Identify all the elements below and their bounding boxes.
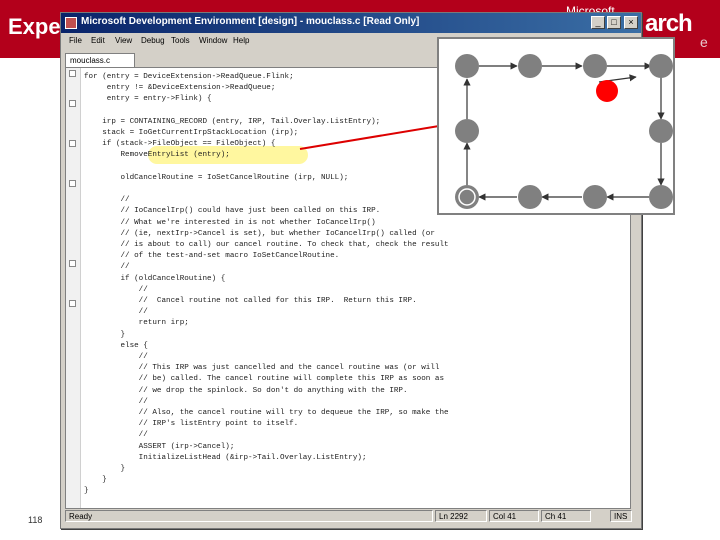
status-ready: Ready <box>65 510 433 522</box>
code-line: oldCancelRoutine = IoSetCancelRoutine (i… <box>84 173 349 182</box>
brand-wordmark-sub: e <box>700 34 708 50</box>
code-line: // (ie, nextIrp->Cancel is set), but whe… <box>84 229 435 238</box>
fold-toggle[interactable] <box>69 140 76 147</box>
code-line: } <box>84 465 126 473</box>
node <box>518 54 542 78</box>
code-line: // <box>84 431 148 440</box>
code-line: irp = CONTAINING_RECORD (entry, IRP, Tai… <box>84 117 381 126</box>
queue-graph <box>455 54 673 209</box>
code-line: // we drop the spinlock. So don't do any… <box>84 386 408 395</box>
code-line: RemoveEntryList (entry); <box>84 151 230 160</box>
menu-tools[interactable]: Tools <box>171 36 190 45</box>
tab-mouclass[interactable]: mouclass.c <box>65 53 135 67</box>
fold-toggle[interactable] <box>69 300 76 307</box>
status-col: Col 41 <box>489 510 539 522</box>
slide-number: 118 <box>28 515 43 525</box>
node <box>455 54 479 78</box>
code-line: // <box>84 353 148 361</box>
code-line: // Also, the cancel routine will try to … <box>84 409 449 417</box>
code-line: // <box>84 308 148 317</box>
code-line: entry = entry->Flink) { <box>84 95 212 104</box>
menu-help[interactable]: Help <box>233 36 249 45</box>
code-line: InitializeListHead (&irp->Tail.Overlay.L… <box>84 453 367 462</box>
code-line: if (oldCancelRoutine) { <box>84 274 226 283</box>
menu-debug[interactable]: Debug <box>141 36 165 45</box>
brand-wordmark-main: arch <box>645 10 693 37</box>
editor-gutter <box>66 68 81 508</box>
menu-view[interactable]: View <box>115 36 132 45</box>
node <box>583 185 607 209</box>
code-line: // <box>84 263 130 272</box>
code-line: // This IRP was just cancelled and the c… <box>84 364 440 373</box>
slide-title: Expe <box>8 14 61 39</box>
fold-toggle[interactable] <box>69 70 76 77</box>
status-line: Ln 2292 <box>435 510 487 522</box>
code-line: // <box>84 196 130 205</box>
fold-toggle[interactable] <box>69 180 76 187</box>
maximize-button[interactable]: □ <box>607 16 621 29</box>
queue-diagram <box>437 37 675 215</box>
code-line: } <box>84 476 107 485</box>
app-icon <box>65 17 77 29</box>
fold-toggle[interactable] <box>69 100 76 107</box>
code-line: } <box>84 487 89 496</box>
code-line: for (entry = DeviceExtension->ReadQueue.… <box>84 73 294 81</box>
code-line: // is about to call) our cancel routine.… <box>84 241 449 249</box>
status-bar: Ready Ln 2292 Col 41 Ch 41 INS <box>65 510 635 524</box>
node <box>649 119 673 143</box>
status-ch: Ch 41 <box>541 510 591 522</box>
node <box>455 119 479 143</box>
code-line: // What we're interested in is not wheth… <box>84 218 376 227</box>
window-titlebar[interactable]: Microsoft Development Environment [desig… <box>61 13 641 33</box>
node <box>583 54 607 78</box>
node <box>518 185 542 209</box>
fold-toggle[interactable] <box>69 260 76 267</box>
code-line: // <box>84 285 148 294</box>
menu-edit[interactable]: Edit <box>91 36 105 45</box>
menu-file[interactable]: File <box>69 36 82 45</box>
code-line: entry != &DeviceExtension->ReadQueue; <box>84 84 276 93</box>
code-line: // <box>84 397 148 406</box>
code-line: else { <box>84 341 148 350</box>
code-line: // be) called. The cancel routine will c… <box>84 375 445 384</box>
node <box>649 185 673 209</box>
code-line: if (stack->FileObject == FileObject) { <box>84 140 276 149</box>
window-title: Microsoft Development Environment [desig… <box>81 16 420 27</box>
code-line: stack = IoGetCurrentIrpStackLocation (ir… <box>84 129 299 137</box>
code-line: } <box>84 330 126 339</box>
close-button[interactable]: × <box>624 16 638 29</box>
status-ins: INS <box>610 510 632 522</box>
code-line: // IRP's listEntry point to itself. <box>84 420 299 429</box>
node-active <box>596 80 618 102</box>
code-line: // of the test-and-set macro IoSetCancel… <box>84 252 340 261</box>
code-line: return irp; <box>84 319 189 328</box>
code-line: // IoCancelIrp() could have just been ca… <box>84 207 381 216</box>
minimize-button[interactable]: _ <box>591 16 605 29</box>
code-line: ASSERT (irp->Cancel); <box>84 442 235 451</box>
code-line: // Cancel routine not called for this IR… <box>84 297 417 305</box>
menu-window[interactable]: Window <box>199 36 227 45</box>
node <box>649 54 673 78</box>
